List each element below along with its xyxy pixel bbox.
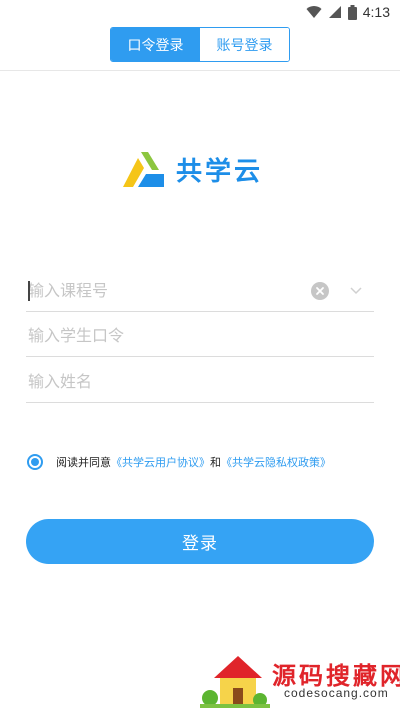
signal-icon [328, 6, 341, 18]
name-field [26, 361, 374, 403]
history-dropdown-button[interactable] [348, 282, 364, 298]
student-code-input[interactable] [26, 315, 296, 356]
house-logo-icon [200, 656, 270, 708]
status-icons: 4:13 [306, 3, 390, 21]
status-bar: 4:13 [0, 0, 400, 24]
text-cursor [28, 281, 30, 301]
tab-account-login[interactable]: 账号登录 [200, 28, 289, 61]
agreement-conjunction: 和 [210, 456, 221, 469]
name-input[interactable] [26, 361, 296, 402]
privacy-policy-link[interactable]: 《共学云隐私权政策》 [221, 454, 331, 470]
logo-text: 共学云 [176, 156, 264, 187]
chevron-down-icon [350, 287, 362, 295]
close-icon [316, 287, 324, 295]
radio-checked-dot [31, 458, 39, 466]
watermark-url: codesocang.com [284, 686, 389, 700]
agreement-prefix: 阅读并同意 [56, 456, 111, 469]
user-agreement-link[interactable]: 《共学云用户协议》 [111, 454, 210, 470]
login-mode-switcher: 口令登录 账号登录 [110, 27, 290, 62]
watermark: 源码搜藏网 codesocang.com [200, 648, 400, 710]
status-time: 4:13 [362, 4, 390, 20]
login-button[interactable]: 登录 [26, 519, 374, 564]
app-logo: 共学云 [122, 148, 263, 190]
clear-button[interactable] [311, 282, 329, 300]
student-code-field [26, 315, 374, 357]
agreement-radio[interactable] [27, 454, 43, 470]
logo-icon [123, 152, 164, 187]
wifi-icon [306, 6, 322, 19]
course-number-input[interactable] [26, 270, 296, 311]
login-header: 口令登录 账号登录 [0, 24, 400, 71]
tab-code-login[interactable]: 口令登录 [111, 28, 200, 61]
agreement-row: 阅读并同意 《共学云用户协议》 和 《共学云隐私权政策》 [27, 454, 331, 470]
course-number-field [26, 270, 374, 312]
battery-icon [347, 4, 357, 20]
